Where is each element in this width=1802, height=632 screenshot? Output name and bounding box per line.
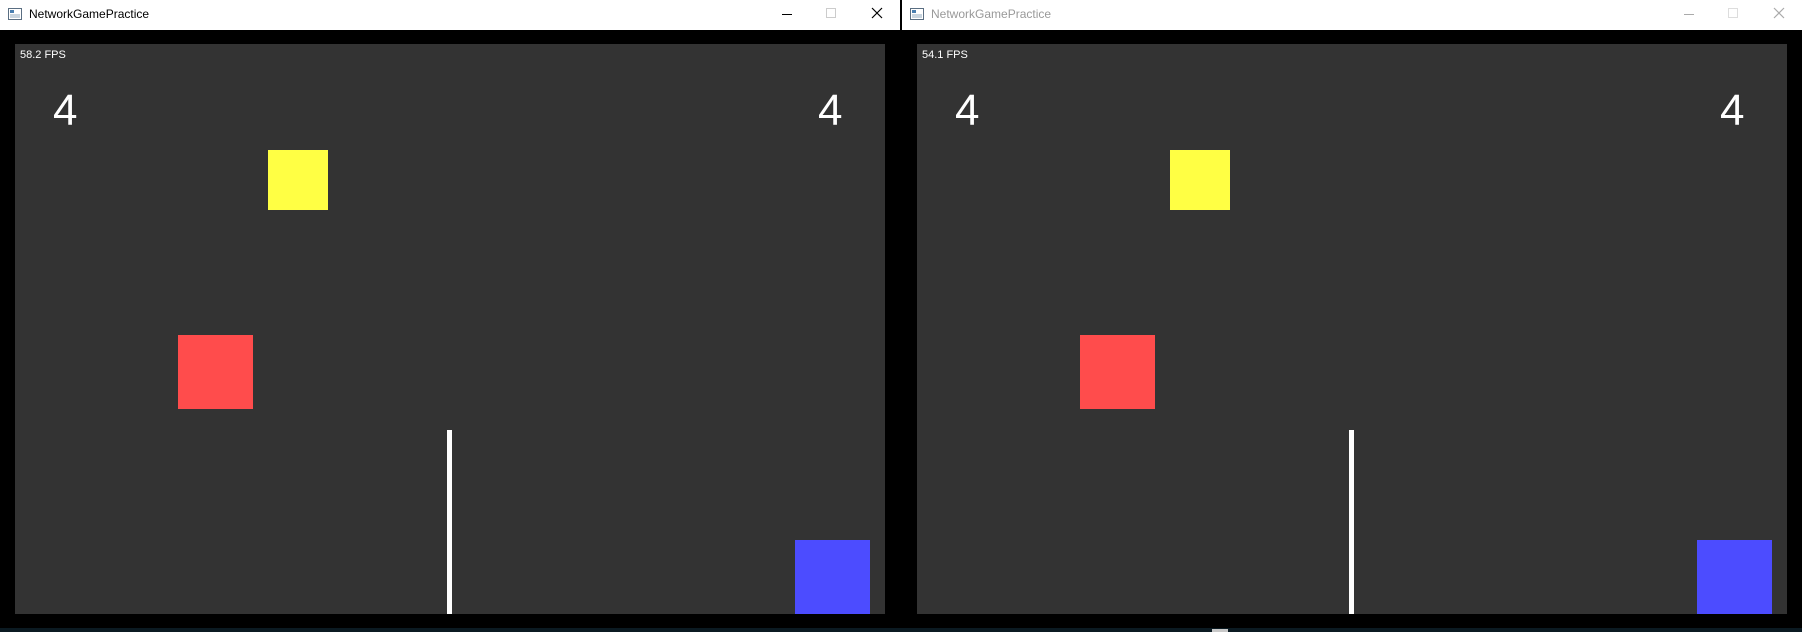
game-canvas[interactable]: 58.2 FPS 4 4 xyxy=(15,44,885,614)
score-right: 4 xyxy=(1720,86,1745,135)
app-window-icon[interactable] xyxy=(910,8,924,20)
yellow-block xyxy=(1170,150,1230,210)
window-title: NetworkGamePractice xyxy=(29,7,150,21)
fps-counter: 54.1 FPS xyxy=(922,49,968,61)
red-block xyxy=(178,335,253,409)
score-left: 4 xyxy=(53,86,78,135)
title-bar[interactable]: NetworkGamePractice xyxy=(902,0,1802,30)
close-icon xyxy=(1773,7,1785,19)
red-block xyxy=(1080,335,1155,409)
game-canvas[interactable]: 54.1 FPS 4 4 xyxy=(917,44,1787,614)
maximize-button[interactable] xyxy=(809,0,854,30)
maximize-icon xyxy=(1728,8,1738,18)
maximize-button[interactable] xyxy=(1711,0,1756,30)
close-button[interactable] xyxy=(854,0,899,30)
minimize-button[interactable] xyxy=(764,0,809,30)
window-title: NetworkGamePractice xyxy=(931,7,1052,21)
minimize-button[interactable] xyxy=(1666,0,1711,30)
minimize-icon xyxy=(1684,14,1694,15)
game-window-left[interactable]: NetworkGamePractice 58.2 FPS 4 4 xyxy=(0,0,900,632)
score-right: 4 xyxy=(818,86,843,135)
app-window-icon[interactable] xyxy=(8,8,22,20)
close-icon xyxy=(871,7,883,19)
fps-counter: 58.2 FPS xyxy=(20,49,66,61)
blue-block xyxy=(795,540,870,614)
net-post xyxy=(1349,430,1354,614)
yellow-block xyxy=(268,150,328,210)
blue-block xyxy=(1697,540,1772,614)
minimize-icon xyxy=(782,14,792,15)
net-post xyxy=(447,430,452,614)
maximize-icon xyxy=(826,8,836,18)
desktop: NetworkGamePractice 58.2 FPS 4 4 Network… xyxy=(0,0,1802,632)
score-left: 4 xyxy=(955,86,980,135)
title-bar[interactable]: NetworkGamePractice xyxy=(0,0,900,30)
game-window-right[interactable]: NetworkGamePractice 54.1 FPS 4 4 xyxy=(902,0,1802,632)
taskbar-strip xyxy=(0,628,1802,632)
close-button[interactable] xyxy=(1756,0,1801,30)
